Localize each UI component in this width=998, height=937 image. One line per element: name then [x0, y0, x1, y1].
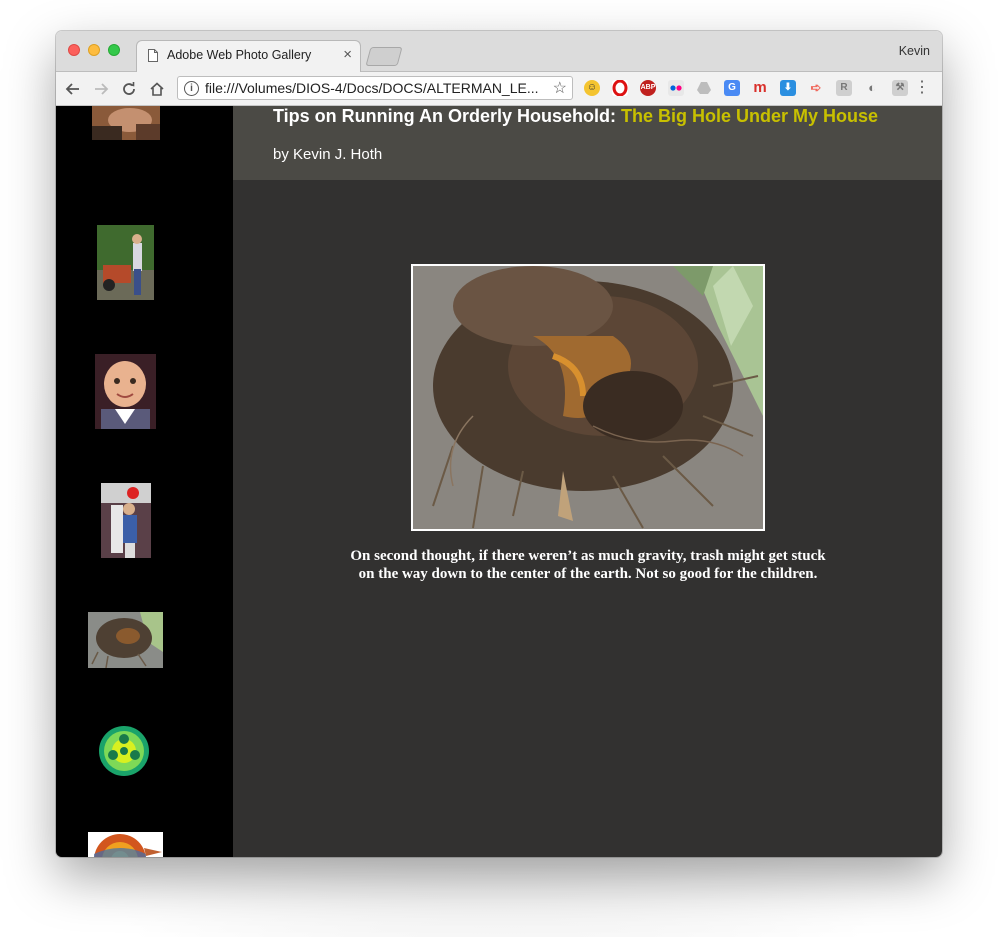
- thumbnail-earth-diagram[interactable]: [88, 832, 163, 857]
- zoom-window-button[interactable]: [108, 44, 120, 56]
- camera-icon[interactable]: ◐: [864, 80, 880, 96]
- new-tab-button[interactable]: [365, 47, 403, 66]
- browser-window: Adobe Web Photo Gallery × Kevin i file:/…: [56, 31, 942, 857]
- bookmark-star-icon[interactable]: ☆: [553, 78, 567, 98]
- reload-icon[interactable]: [118, 78, 140, 100]
- thumbnail-root-clump[interactable]: [88, 612, 163, 668]
- r-icon[interactable]: R: [836, 80, 852, 96]
- page-icon: [148, 49, 158, 62]
- thumbnail-child-costume[interactable]: [101, 483, 151, 558]
- author-byline: by Kevin J. Hoth: [273, 146, 383, 163]
- url-text[interactable]: file:///Volumes/DIOS-4/Docs/DOCS/ALTERMA…: [205, 80, 540, 96]
- title-subtitle: The Big Hole Under My House: [621, 106, 879, 126]
- back-icon[interactable]: [62, 78, 84, 100]
- info-icon[interactable]: i: [184, 81, 199, 96]
- browser-toolbar: i file:///Volumes/DIOS-4/Docs/DOCS/ALTER…: [56, 72, 942, 106]
- home-icon[interactable]: [146, 78, 168, 100]
- adblock-plus-icon[interactable]: ABP: [640, 80, 656, 96]
- page-header: Tips on Running An Orderly Household: Th…: [233, 106, 942, 180]
- profile-name[interactable]: Kevin: [899, 44, 930, 58]
- title-bar: Adobe Web Photo Gallery × Kevin: [56, 31, 942, 72]
- flickr-icon[interactable]: [668, 80, 684, 96]
- close-window-button[interactable]: [68, 44, 80, 56]
- main-photo: [411, 264, 765, 531]
- title-main: Tips on Running An Orderly Household:: [273, 106, 621, 126]
- thumbnail-sidebar: [56, 106, 233, 857]
- browser-tab[interactable]: Adobe Web Photo Gallery ×: [136, 40, 361, 72]
- page-viewport: Tips on Running An Orderly Household: Th…: [56, 106, 942, 857]
- arrow-icon[interactable]: ➪: [808, 80, 824, 96]
- download-icon[interactable]: ⬇: [780, 80, 796, 96]
- menu-icon[interactable]: ⋮: [914, 78, 930, 98]
- address-bar[interactable]: i file:///Volumes/DIOS-4/Docs/DOCS/ALTER…: [177, 76, 573, 100]
- drive-icon[interactable]: [696, 80, 712, 96]
- forward-icon[interactable]: [90, 78, 112, 100]
- thumbnail-person-tool[interactable]: [92, 106, 160, 140]
- emoji-icon[interactable]: ☺: [584, 80, 600, 96]
- tab-title: Adobe Web Photo Gallery: [167, 48, 312, 62]
- opera-icon[interactable]: [612, 79, 628, 97]
- thumbnail-man-tiller[interactable]: [97, 225, 154, 300]
- photo-caption: On second thought, if there weren’t as m…: [350, 548, 826, 582]
- tab-close-icon[interactable]: ×: [343, 46, 352, 63]
- page-title: Tips on Running An Orderly Household: Th…: [273, 106, 878, 127]
- thumbnail-green-molecule[interactable]: [96, 723, 152, 779]
- tools-icon[interactable]: ⚒: [892, 80, 908, 96]
- m-icon[interactable]: m: [752, 80, 768, 96]
- translate-icon[interactable]: G: [724, 80, 740, 96]
- thumbnail-baby-face[interactable]: [95, 354, 156, 429]
- minimize-window-button[interactable]: [88, 44, 100, 56]
